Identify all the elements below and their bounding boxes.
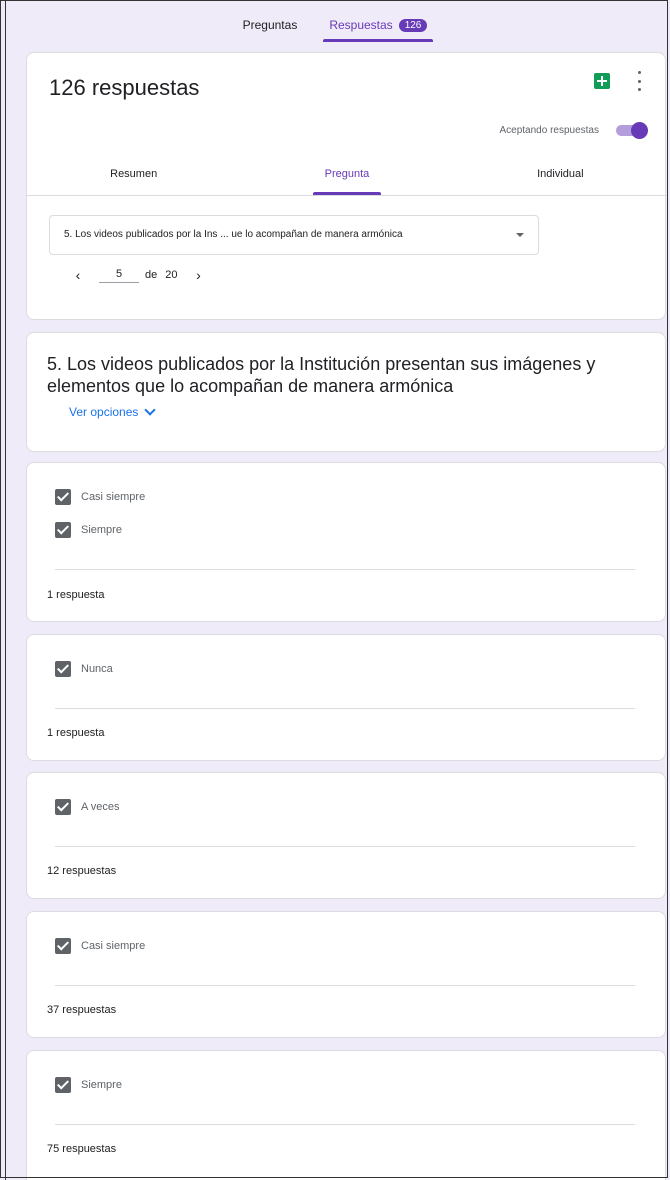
divider xyxy=(55,1124,635,1125)
top-tabs: Preguntas Respuestas 126 xyxy=(0,0,670,42)
question-title: 5. Los videos publicados por la Instituc… xyxy=(47,354,596,396)
answer-option-label: A veces xyxy=(81,801,120,813)
checkbox-checked-icon xyxy=(55,522,71,538)
chevron-right-icon[interactable]: › xyxy=(192,267,206,283)
question-card: 5. Los videos publicados por la Instituc… xyxy=(26,332,666,452)
question-pager: ‹ 5 de 20 › xyxy=(71,267,206,283)
checkbox-checked-icon xyxy=(55,799,71,815)
response-count: 1 respuesta xyxy=(47,727,105,739)
answer-card: Nunca 1 respuesta xyxy=(26,634,666,761)
checkbox-checked-icon xyxy=(55,1077,71,1093)
answer-option: Nunca xyxy=(55,661,113,677)
view-options-label: Ver opciones xyxy=(69,405,139,419)
question-select[interactable]: 5. Los videos publicados por la Ins ... … xyxy=(49,215,539,255)
subtab-pregunta-label: Pregunta xyxy=(312,161,382,195)
subtab-resumen-label: Resumen xyxy=(110,168,158,180)
answer-option-label: Nunca xyxy=(81,663,113,675)
tab-respuestas[interactable]: Respuestas 126 xyxy=(323,18,434,42)
pager-total: 20 xyxy=(165,269,178,281)
chevron-left-icon[interactable]: ‹ xyxy=(71,267,85,283)
tab-preguntas[interactable]: Preguntas xyxy=(237,18,304,42)
answer-card: Casi siempre 37 respuestas xyxy=(26,911,666,1038)
checkbox-checked-icon xyxy=(55,661,71,677)
response-count: 37 respuestas xyxy=(47,1004,117,1016)
responses-title: 126 respuestas xyxy=(49,75,200,100)
responses-subtabs: Resumen Pregunta Individual xyxy=(27,161,667,196)
divider xyxy=(55,569,635,570)
pager-of-label: de xyxy=(145,269,158,281)
answer-option: Siempre xyxy=(55,522,122,538)
answer-card: Casi siempre Siempre 1 respuesta xyxy=(26,462,666,622)
answer-option: A veces xyxy=(55,799,120,815)
answer-option-label: Siempre xyxy=(81,524,122,536)
subtab-individual[interactable]: Individual xyxy=(454,161,667,195)
responses-count-badge: 126 xyxy=(398,18,428,32)
response-count: 75 respuestas xyxy=(47,1143,117,1155)
answer-option: Siempre xyxy=(55,1077,122,1093)
dropdown-caret-icon xyxy=(516,233,524,237)
chevron-down-icon xyxy=(144,404,157,416)
answer-card: Siempre 75 respuestas xyxy=(26,1050,666,1180)
answer-option: Casi siempre xyxy=(55,938,145,954)
question-number-input[interactable]: 5 xyxy=(99,268,139,283)
responses-header-card: 126 respuestas Aceptando respuestas Resu… xyxy=(26,52,667,320)
answer-option-label: Casi siempre xyxy=(81,491,146,503)
left-border xyxy=(5,0,6,1180)
response-count: 1 respuesta xyxy=(47,589,105,601)
question-select-value: 5. Los videos publicados por la Ins ... … xyxy=(64,229,403,240)
answer-option-label: Siempre xyxy=(81,1079,122,1091)
checkbox-checked-icon xyxy=(55,938,71,954)
answer-option: Casi siempre xyxy=(55,489,145,505)
tab-respuestas-label: Respuestas xyxy=(329,18,393,32)
answer-option-label: Casi siempre xyxy=(81,940,146,952)
tab-preguntas-label: Preguntas xyxy=(242,18,298,32)
accepting-responses-label: Aceptando respuestas xyxy=(499,125,599,136)
response-count: 12 respuestas xyxy=(47,865,117,877)
checkbox-checked-icon xyxy=(55,489,71,505)
divider xyxy=(55,985,635,986)
subtab-individual-label: Individual xyxy=(537,168,584,180)
divider xyxy=(55,708,635,709)
subtab-resumen[interactable]: Resumen xyxy=(27,161,240,195)
answer-card: A veces 12 respuestas xyxy=(26,772,666,899)
divider xyxy=(55,846,635,847)
accepting-responses-toggle[interactable] xyxy=(616,122,648,139)
more-vert-icon[interactable] xyxy=(631,71,647,91)
google-sheets-icon[interactable] xyxy=(594,73,610,89)
view-options-button[interactable]: Ver opciones xyxy=(69,404,157,419)
subtab-pregunta[interactable]: Pregunta xyxy=(240,161,453,195)
